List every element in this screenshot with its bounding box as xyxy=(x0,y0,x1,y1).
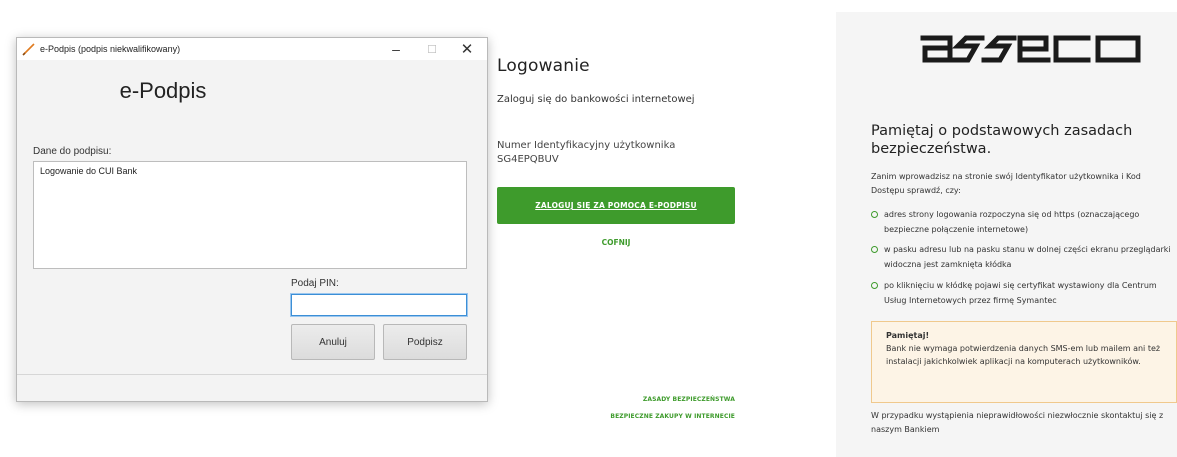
login-epodpis-button[interactable]: ZALOGUJ SIĘ ZA POMOCĄ E-PODPISU xyxy=(497,187,735,224)
safe-shopping-link[interactable]: BEZPIECZNE ZAKUPY W INTERNECIE xyxy=(610,413,735,420)
list-item: adres strony logowania rozpoczyna się od… xyxy=(871,207,1177,237)
info-intro: Zanim wprowadzisz na stronie swój Identy… xyxy=(871,172,1141,195)
info-footer: W przypadku wystąpienia nieprawidłowości… xyxy=(871,411,1164,434)
bullet-circle-icon xyxy=(871,211,878,218)
warning-note: Pamiętaj! Bank nie wymaga potwierdzenia … xyxy=(871,321,1177,403)
dialog-heading: e-Podpis xyxy=(119,78,207,103)
info-heading: Pamiętaj o podstawowych zasadach bezpiec… xyxy=(871,123,1133,157)
minimize-button[interactable]: – xyxy=(378,38,414,60)
dialog-divider xyxy=(17,374,487,375)
login-subtitle: Zaloguj się do bankowości internetowej xyxy=(497,94,695,105)
login-title: Logowanie xyxy=(497,56,590,76)
user-id-value: SG4EPQBUV xyxy=(497,154,559,165)
bullet-text: adres strony logowania rozpoczyna się od… xyxy=(884,210,1140,234)
e-podpis-dialog: e-Podpis (podpis niekwalifikowany) – ☐ ✕… xyxy=(16,37,488,402)
user-id-label: Numer Identyfikacyjny użytkownika xyxy=(497,140,676,151)
list-item: w pasku adresu lub na pasku stanu w doln… xyxy=(871,242,1177,272)
maximize-button[interactable]: ☐ xyxy=(414,38,450,60)
asseco-logo: asseco xyxy=(920,35,1141,63)
bullet-circle-icon xyxy=(871,246,878,253)
sign-button[interactable]: Podpisz xyxy=(383,324,467,360)
bullet-text: po kliknięciu w kłódkę pojawi się certyf… xyxy=(884,281,1157,305)
pen-icon xyxy=(22,43,35,56)
cancel-button[interactable]: Anuluj xyxy=(291,324,375,360)
note-title: Pamiętaj! xyxy=(886,331,930,340)
data-label: Dane do podpisu: xyxy=(33,146,112,157)
bullet-text: w pasku adresu lub na pasku stanu w doln… xyxy=(884,245,1171,269)
bullet-circle-icon xyxy=(871,282,878,289)
note-text: Bank nie wymaga potwierdzenia danych SMS… xyxy=(886,344,1161,366)
close-button[interactable]: ✕ xyxy=(449,38,485,60)
security-rules-link[interactable]: ZASADY BEZPIECZEŃSTWA xyxy=(643,396,735,403)
back-link[interactable]: COFNIJ xyxy=(497,238,735,247)
dialog-titlebar[interactable]: e-Podpis (podpis niekwalifikowany) – ☐ ✕ xyxy=(17,38,487,60)
pin-label: Podaj PIN: xyxy=(291,278,339,289)
dialog-title: e-Podpis (podpis niekwalifikowany) xyxy=(40,44,181,54)
pin-input[interactable] xyxy=(291,294,467,316)
list-item: po kliknięciu w kłódkę pojawi się certyf… xyxy=(871,278,1177,308)
security-info-panel: asseco Pamiętaj o podstawowych zasadach … xyxy=(836,12,1177,457)
data-textarea[interactable]: Logowanie do CUI Bank xyxy=(33,161,467,269)
